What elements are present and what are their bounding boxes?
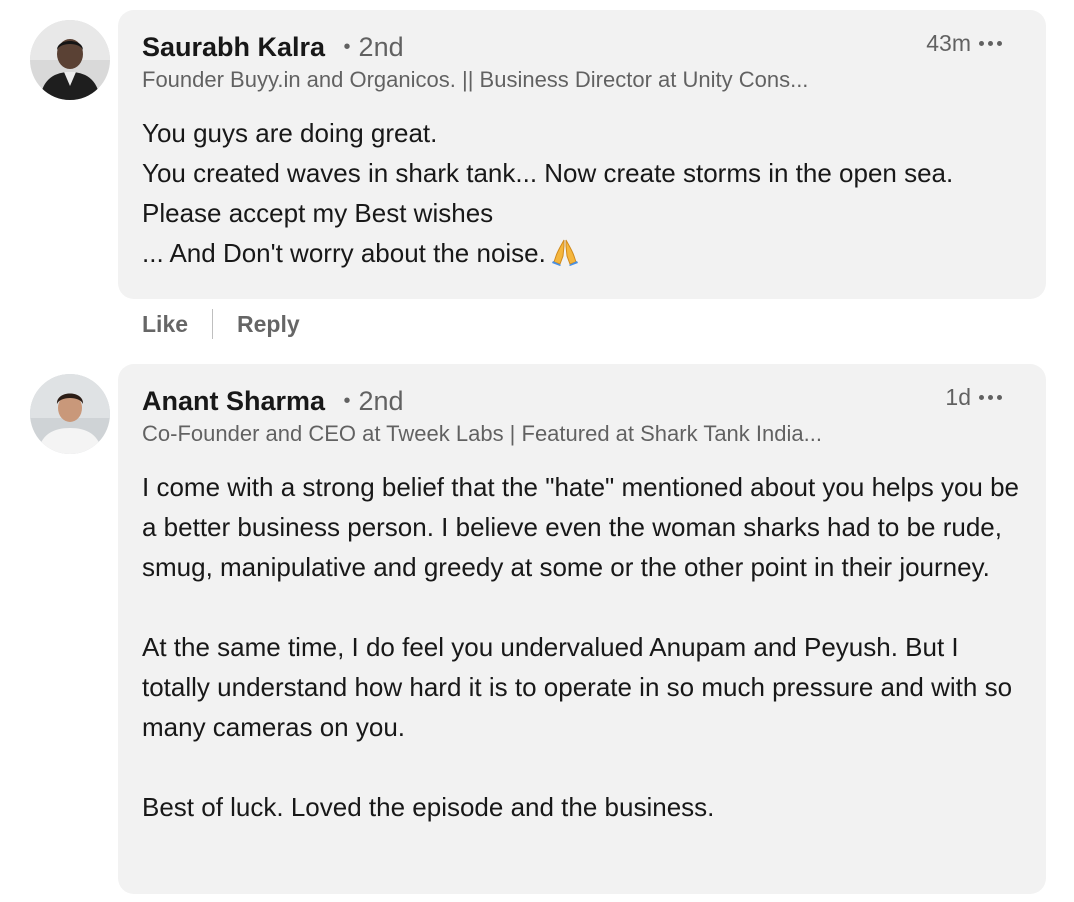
comments-thread: Saurabh Kalra • 2nd 43m Founder Buyy.in a… [0, 0, 1074, 902]
comment-bubble: Saurabh Kalra • 2nd 43m Founder Buyy.in a… [118, 10, 1046, 299]
author-headline: Co-Founder and CEO at Tweek Labs | Featu… [142, 421, 822, 446]
comment-line: You guys are doing great. [142, 118, 438, 148]
reply-button[interactable]: Reply [237, 311, 300, 338]
author-name[interactable]: Anant Sharma [142, 386, 325, 416]
degree-label: 2nd [358, 32, 404, 62]
comment-paragraph: At the same time, I do feel you underval… [142, 632, 1013, 742]
author-headline: Founder Buyy.in and Organicos. || Busine… [142, 67, 809, 92]
degree-label: 2nd [358, 386, 404, 416]
comment-header: Anant Sharma • 2nd 1d [142, 382, 1022, 422]
comment-meta: 43m [926, 28, 1002, 58]
comment-paragraph: I come with a strong belief that the "ha… [142, 472, 1020, 582]
timestamp: 43m [926, 30, 971, 56]
comment-line-text: ... And Don't worry about the noise. [142, 238, 546, 268]
comment-meta: 1d [945, 382, 1002, 412]
like-button[interactable]: Like [142, 311, 188, 338]
more-options-icon[interactable] [979, 28, 1002, 58]
connection-degree: • 2nd [343, 32, 404, 62]
comment-line: You created waves in shark tank... Now c… [142, 158, 954, 228]
comment-text: You guys are doing great. You created wa… [142, 113, 1022, 277]
comment-actions: Like Reply [142, 306, 300, 342]
folded-hands-icon [551, 237, 578, 277]
avatar[interactable] [30, 374, 110, 454]
person-photo-icon [30, 374, 110, 454]
divider [212, 309, 214, 339]
comment-header: Saurabh Kalra • 2nd 43m [142, 28, 1022, 68]
timestamp: 1d [945, 384, 971, 410]
connection-degree: • 2nd [343, 386, 404, 416]
avatar[interactable] [30, 20, 110, 100]
comment-paragraph: Best of luck. Loved the episode and the … [142, 792, 715, 822]
comment-text: I come with a strong belief that the "ha… [142, 467, 1022, 827]
author-name[interactable]: Saurabh Kalra [142, 32, 325, 62]
more-options-icon[interactable] [979, 382, 1002, 412]
comment-line: ... And Don't worry about the noise. [142, 233, 1022, 277]
comment-bubble: Anant Sharma • 2nd 1d Co-Founder and CEO … [118, 364, 1046, 894]
person-photo-icon [30, 20, 110, 100]
